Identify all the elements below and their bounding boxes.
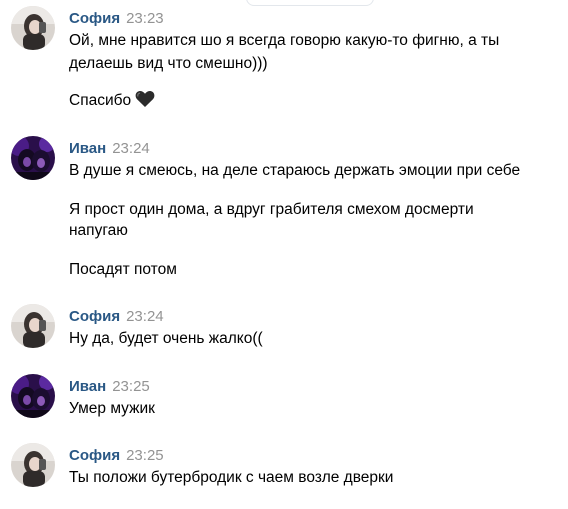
top-tab-edge xyxy=(246,0,374,6)
message-time[interactable]: 23:25 xyxy=(112,378,150,395)
message-text: Ой, мне нравится шо я всегда говорю каку… xyxy=(69,32,500,49)
black-heart-icon xyxy=(135,90,155,115)
message-time[interactable]: 23:24 xyxy=(112,140,150,157)
message-text: Я прост один дома, а вдруг грабителя сме… xyxy=(69,201,474,218)
message-time[interactable]: 23:23 xyxy=(126,10,164,27)
message-text: делаешь вид что смешно))) xyxy=(69,55,268,72)
author-name[interactable]: Иван xyxy=(69,140,106,157)
message-text: Умер мужик xyxy=(69,400,155,417)
avatar-sofia[interactable] xyxy=(11,304,55,348)
message-text: Посадят потом xyxy=(69,261,177,278)
message-text: Ну да, будет очень жалко(( xyxy=(69,330,263,347)
message-text: В душе я смеюсь, на деле стараюсь держат… xyxy=(69,162,521,179)
avatar-sofia[interactable] xyxy=(11,443,55,487)
message-header: Иван 23:24 xyxy=(69,140,150,158)
avatar-ivan[interactable] xyxy=(11,374,55,418)
avatar-image xyxy=(11,6,55,50)
author-name[interactable]: София xyxy=(69,308,120,325)
avatar-image xyxy=(11,304,55,348)
avatar-sofia[interactable] xyxy=(11,6,55,50)
avatar-image xyxy=(11,374,55,418)
avatar-image xyxy=(11,443,55,487)
message-header: София 23:25 xyxy=(69,447,164,465)
author-name[interactable]: София xyxy=(69,10,120,27)
author-name[interactable]: София xyxy=(69,447,120,464)
message-text: Ты положи бутербродик с чаем возле дверк… xyxy=(69,469,394,486)
message-time[interactable]: 23:24 xyxy=(126,308,164,325)
message-header: София 23:24 xyxy=(69,308,164,326)
message-time[interactable]: 23:25 xyxy=(126,447,164,464)
message-header: Иван 23:25 xyxy=(69,378,150,396)
message-text: напугаю xyxy=(69,222,128,239)
message-header: София 23:23 xyxy=(69,10,164,28)
avatar-image xyxy=(11,136,55,180)
message-text-with-emoji: Спасибо xyxy=(69,90,155,115)
author-name[interactable]: Иван xyxy=(69,378,106,395)
avatar-ivan[interactable] xyxy=(11,136,55,180)
message-text: Спасибо xyxy=(69,92,132,109)
